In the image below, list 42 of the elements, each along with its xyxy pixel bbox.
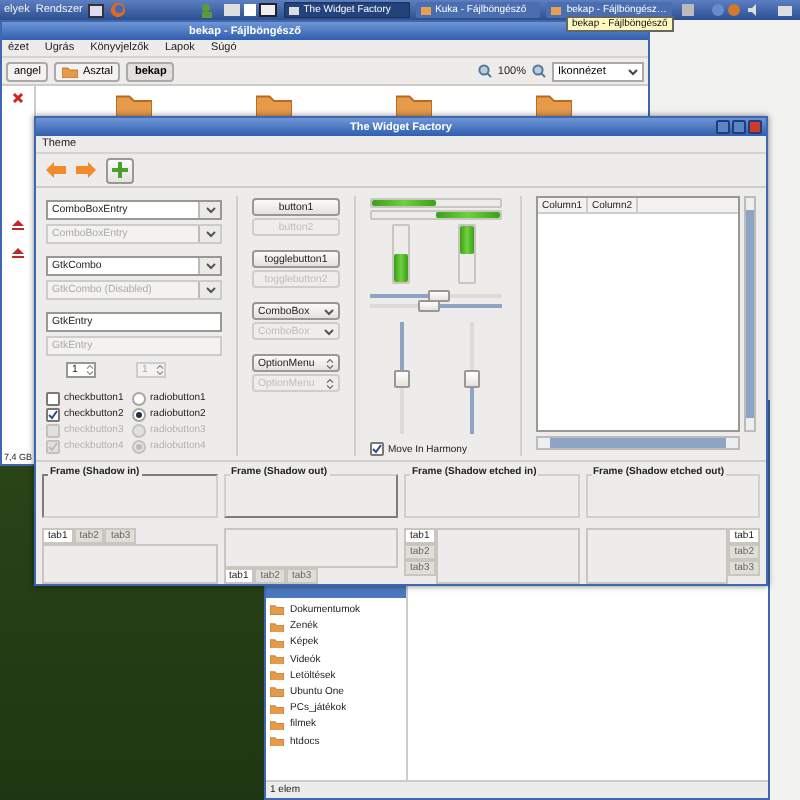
screens-icon[interactable] [222,2,278,18]
checkbox[interactable] [46,391,60,405]
vertical-scrollbar[interactable] [744,196,756,432]
dropdown-button[interactable] [198,202,220,218]
checkbox[interactable] [46,407,60,421]
back-arrow-icon[interactable] [46,162,66,178]
minimize-button[interactable] [716,120,730,134]
eject-icon[interactable] [12,220,24,230]
horizontal-scrollbar[interactable] [536,436,740,450]
plus-icon [112,162,128,178]
chevron-down-icon [205,206,215,214]
window-icon [419,5,432,15]
updown-icon [326,377,334,389]
chevron-down-icon [205,286,215,294]
checkbox[interactable] [370,442,384,456]
updown-icon [326,357,334,369]
tray-icons[interactable] [678,2,796,18]
add-button[interactable] [106,157,134,183]
chevron-down-icon [205,230,215,238]
radio-button[interactable] [132,391,146,405]
chevron-down-icon [324,327,334,335]
zoom-out-icon[interactable] [477,64,492,78]
slider-thumb[interactable] [418,300,441,312]
people-icon[interactable] [200,2,217,18]
dropdown-button[interactable] [198,258,220,274]
slider-thumb[interactable] [464,369,480,387]
close-icon[interactable] [12,92,24,104]
chevron-down-icon [324,307,334,315]
folder-icon [62,65,79,77]
radio-button[interactable] [132,407,146,421]
slider-thumb[interactable] [394,369,410,387]
forward-arrow-icon[interactable] [76,162,96,178]
window-icon [287,5,300,15]
maximize-button[interactable] [732,120,746,134]
selected-row-highlight[interactable] [266,586,406,598]
chevron-down-icon [205,262,215,270]
zoom-in-icon[interactable] [532,64,546,78]
close-button[interactable] [748,120,762,134]
spin-arrows-icon[interactable] [86,364,94,376]
eject-icon[interactable] [12,248,24,258]
chevron-down-icon [628,67,638,75]
window-icon [550,5,563,15]
